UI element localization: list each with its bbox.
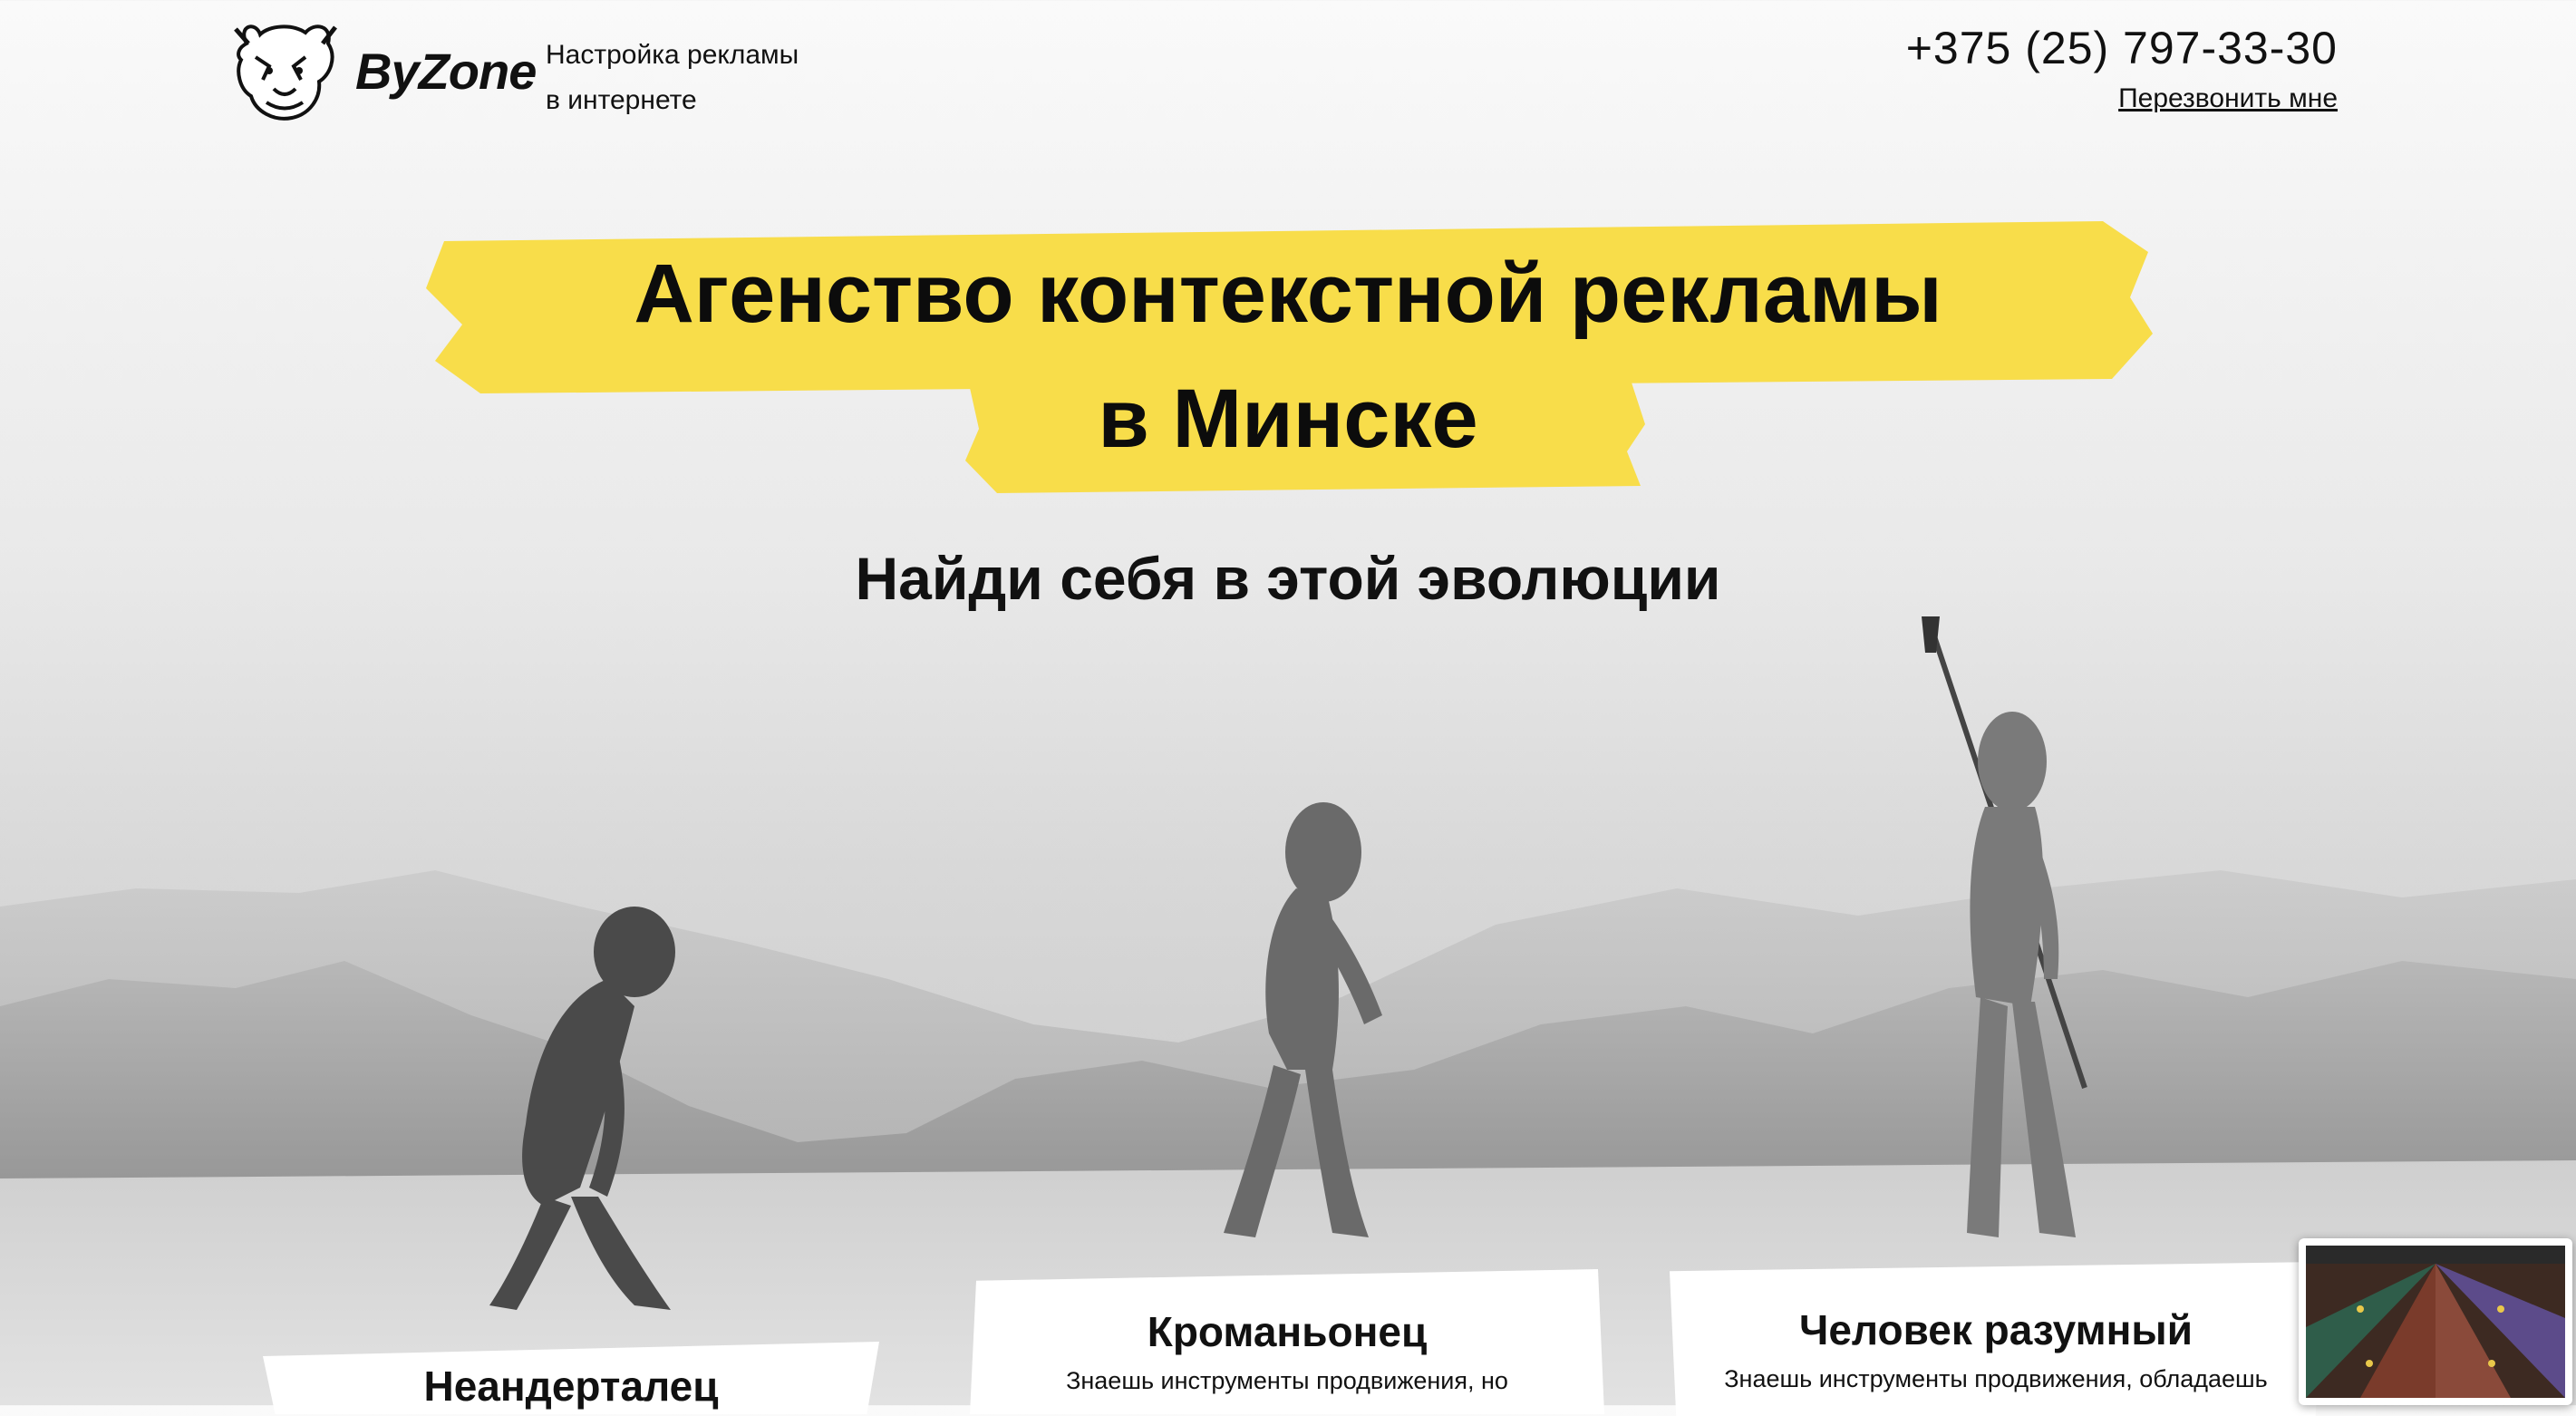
page-title-line-1: Агенство контекстной рекламы: [634, 247, 1942, 340]
bison-head-icon: [234, 24, 337, 121]
phone-number[interactable]: +375 (25) 797-33-30: [1906, 22, 2338, 74]
logo-text: ByZone: [355, 42, 537, 100]
card-cro-magnon[interactable]: Кроманьонец Знаешь инструменты продвижен…: [970, 1269, 1604, 1414]
header-tagline: Настройка рекламы в интернете: [546, 33, 799, 123]
preview-thumbnail[interactable]: [2299, 1238, 2572, 1405]
page-title-line-2: в Минске: [1098, 373, 1478, 465]
card-title: Кроманьонец: [1147, 1308, 1428, 1355]
neanderthal-figure: [489, 907, 675, 1310]
card-title: Человек разумный: [1799, 1306, 2193, 1353]
preview-image: [2306, 1246, 2565, 1398]
logo[interactable]: ByZone: [228, 16, 537, 125]
card-text: Знаешь инструменты продвижения, обладаеш…: [1724, 1365, 2268, 1392]
card-title: Неандерталец: [423, 1363, 719, 1410]
tagline-line-1: Настройка рекламы: [546, 40, 799, 70]
card-homo-sapiens[interactable]: Человек разумный Знаешь инструменты прод…: [1670, 1262, 2322, 1416]
page-subtitle: Найди себя в этой эволюции: [855, 545, 1721, 612]
callback-link[interactable]: Перезвонить мне: [2118, 83, 2338, 114]
cro-magnon-figure: [1224, 802, 1382, 1237]
homo-sapiens-figure: [1922, 616, 2087, 1237]
card-text: Знаешь инструменты продвижения, но: [1066, 1367, 1508, 1394]
tagline-line-2: в интернете: [546, 85, 697, 115]
